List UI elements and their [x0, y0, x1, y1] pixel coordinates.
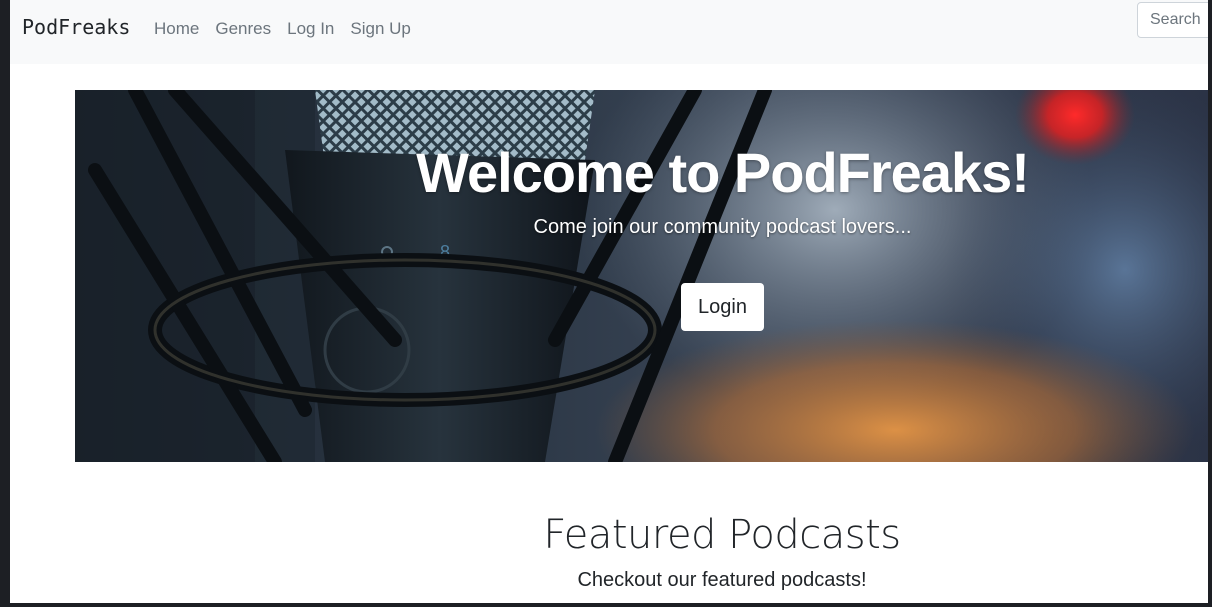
brand-logo[interactable]: PodFreaks [22, 15, 130, 39]
search-input[interactable] [1137, 2, 1208, 38]
nav-links: Home Genres Log In Sign Up [154, 19, 411, 39]
hero-subtitle: Come join our community podcast lovers..… [533, 216, 912, 238]
nav-link-sign-up[interactable]: Sign Up [350, 19, 410, 39]
featured-subtitle: Checkout our featured podcasts! [577, 569, 867, 591]
nav-link-home[interactable]: Home [154, 19, 199, 39]
browser-viewport: PodFreaks Home Genres Log In Sign Up Sea… [10, 0, 1208, 603]
nav-link-log-in[interactable]: Log In [287, 19, 334, 39]
featured-title: Featured Podcasts [543, 512, 901, 558]
hero-title: Welcome to PodFreaks! [416, 141, 1030, 204]
login-button[interactable]: Login [681, 283, 764, 331]
hero-banner: 8 Welcome to PodFreaks! Come join our co… [75, 90, 1208, 462]
nav-link-genres[interactable]: Genres [215, 19, 271, 39]
navbar: PodFreaks Home Genres Log In Sign Up [10, 0, 1208, 64]
